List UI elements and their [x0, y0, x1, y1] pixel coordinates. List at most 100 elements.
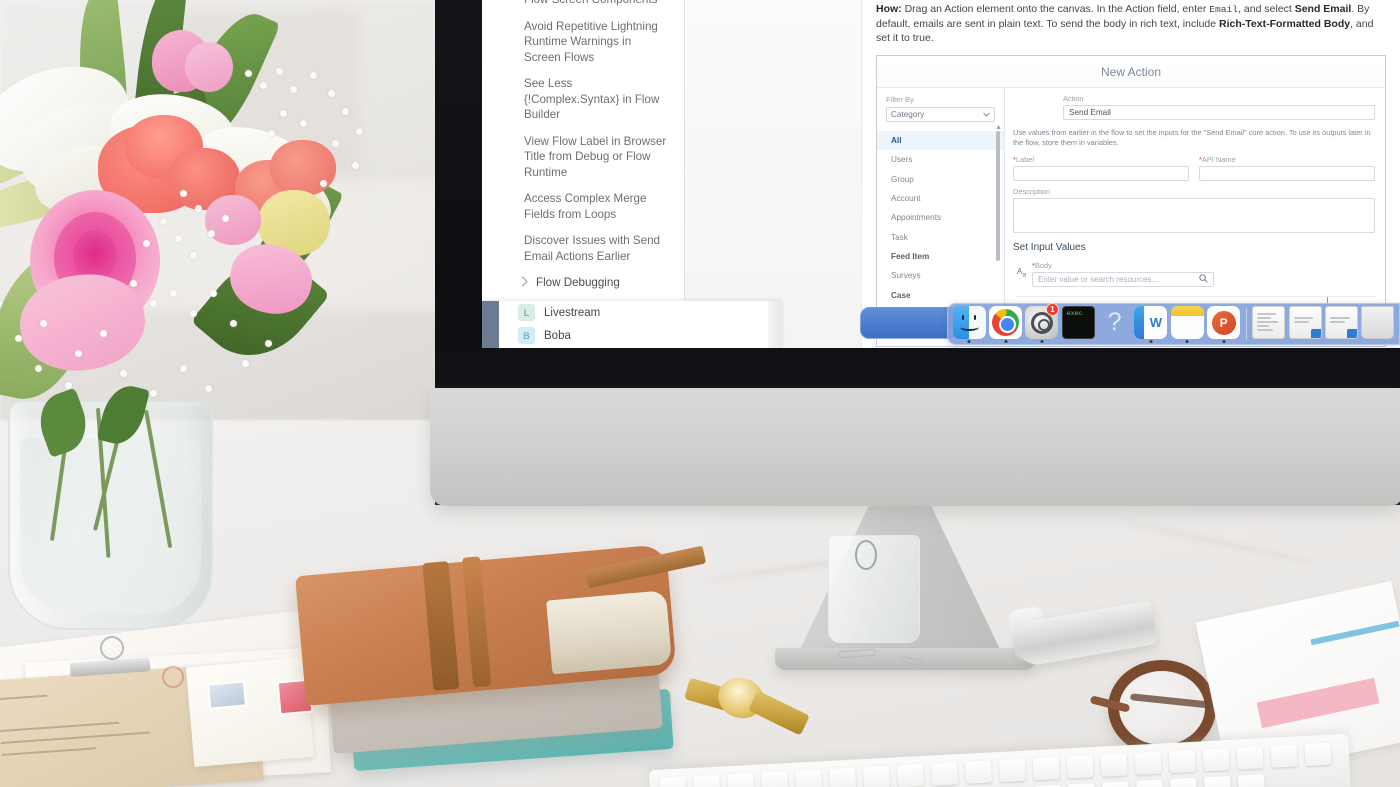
- action-field-label: Action: [1063, 93, 1084, 103]
- toc-link[interactable]: Flow Screen Components: [524, 0, 670, 8]
- dock-item-minimized-window-2[interactable]: [1288, 304, 1322, 344]
- new-action-filter-panel: Filter By Category ▲ All Users Group Acc…: [877, 87, 1005, 340]
- toc-group-label: Flow Debugging: [536, 276, 620, 289]
- pink-bloom: [185, 42, 233, 92]
- filter-by-label: Filter By: [886, 94, 914, 104]
- category-item-feed-item[interactable]: Feed Item: [877, 247, 1004, 266]
- dock-item-microsoft-word[interactable]: W: [1134, 304, 1168, 344]
- chevron-right-icon: [521, 276, 529, 292]
- filter-by-select[interactable]: Category: [886, 106, 995, 122]
- glass-vase: [8, 380, 213, 630]
- body-field-placeholder: Enter value or search resources...: [1038, 274, 1159, 284]
- pink-bloom: [270, 140, 336, 196]
- dock-item-system-preferences[interactable]: 1: [1025, 303, 1060, 344]
- popup-right-edge: [768, 301, 782, 348]
- dock-item-terminal[interactable]: exec: [1061, 304, 1095, 344]
- action-field-value: Send Email: [1069, 107, 1111, 117]
- form-helper-text: Use values from earlier in the flow to s…: [1013, 127, 1371, 147]
- category-item-task[interactable]: Task: [877, 227, 1004, 246]
- terminal-screen-text: exec: [1066, 310, 1083, 317]
- chrome-icon: [989, 306, 1023, 339]
- how-paragraph: How: Drag an Action element onto the can…: [876, 0, 1386, 46]
- minimized-window-icon: [1325, 306, 1359, 339]
- avatar: L: [518, 304, 535, 321]
- watch-band: [748, 690, 810, 736]
- notes-icon: [1170, 306, 1204, 339]
- list-item-label: Boba: [544, 329, 571, 342]
- ppt-letter: P: [1211, 310, 1236, 335]
- chevron-down-icon: [983, 110, 990, 119]
- content-gutter: [685, 0, 862, 348]
- how-text-2: , and select: [1238, 3, 1295, 15]
- dock-item-minimized-window-3[interactable]: [1324, 304, 1359, 344]
- description-field-label: Description: [1013, 186, 1050, 196]
- category-item-users[interactable]: Users: [877, 150, 1004, 169]
- category-item-appointments[interactable]: Appointments: [877, 208, 1004, 227]
- running-indicator: [1040, 340, 1044, 343]
- keyboard: [648, 733, 1352, 787]
- finder-icon: [952, 306, 986, 339]
- category-item-group[interactable]: Group: [877, 169, 1004, 188]
- toc-link[interactable]: Discover Issues with Send Email Actions …: [524, 233, 670, 264]
- word-icon: W: [1134, 306, 1168, 339]
- dock-item-help[interactable]: ?: [1097, 304, 1131, 344]
- how-bold-send-email: Send Email: [1294, 3, 1352, 15]
- dock-item-google-chrome[interactable]: [988, 304, 1023, 344]
- filter-by-value: Category: [891, 109, 925, 119]
- dock-item-stickies[interactable]: [1170, 304, 1204, 344]
- toc-group-flow-debugging[interactable]: Flow Debugging: [521, 275, 670, 292]
- category-item-account[interactable]: Account: [877, 189, 1004, 208]
- toc-link[interactable]: Access Complex Merge Fields from Loops: [524, 191, 670, 222]
- dock-highlight-pill[interactable]: [860, 307, 958, 339]
- list-item[interactable]: B Boba: [482, 324, 782, 347]
- article-content: How: Drag an Action element onto the can…: [862, 0, 1400, 348]
- dock-item-minimized-window-1[interactable]: [1252, 304, 1286, 344]
- running-indicator: [1185, 340, 1189, 343]
- form-divider: [1017, 295, 1375, 297]
- notification-badge: 1: [1046, 303, 1060, 316]
- paper-clip: [855, 540, 877, 570]
- toc-link[interactable]: View Flow Label in Browser Title from De…: [524, 134, 670, 181]
- dock-item-finder[interactable]: [952, 304, 986, 344]
- body-field[interactable]: Enter value or search resources...: [1032, 271, 1215, 287]
- powerpoint-icon: P: [1207, 306, 1241, 339]
- terminal-icon: exec: [1061, 306, 1095, 339]
- api-name-field[interactable]: [1199, 165, 1375, 181]
- description-field[interactable]: [1013, 197, 1375, 233]
- dock-item-microsoft-powerpoint[interactable]: P: [1206, 304, 1241, 344]
- popup-left-strip: [482, 301, 499, 348]
- table-of-contents[interactable]: Flow Screen Components Avoid Repetitive …: [482, 0, 685, 348]
- monitor-chin: [430, 388, 1400, 506]
- minimized-window-icon: [1288, 306, 1322, 339]
- running-indicator: [1004, 340, 1008, 343]
- scroll-up-icon[interactable]: ▲: [995, 124, 1002, 131]
- category-list[interactable]: ▲ All Users Group Account Appointments T…: [877, 124, 1004, 325]
- macos-dock[interactable]: 1 exec ? W P: [947, 303, 1400, 345]
- how-text-1: Drag an Action element onto the canvas. …: [901, 3, 1210, 15]
- word-letter: W: [1144, 306, 1168, 339]
- monitor-screen: Flow Screen Components Avoid Repetitive …: [482, 0, 1400, 348]
- category-scrollbar[interactable]: [996, 130, 1000, 261]
- new-action-title: New Action: [877, 55, 1385, 88]
- new-action-form: Action Send Email Use values from earlie…: [1005, 88, 1385, 340]
- account-list-popup[interactable]: L Livestream B Boba: [482, 301, 782, 348]
- screenshot-stage: Flow Screen Components Avoid Repetitive …: [0, 0, 1400, 787]
- category-item-surveys[interactable]: Surveys: [877, 266, 1004, 285]
- journal-pages: [546, 590, 673, 675]
- label-field[interactable]: [1013, 165, 1189, 181]
- dock-item-trash[interactable]: [1361, 304, 1395, 344]
- dock-separator: [1245, 308, 1247, 340]
- action-field[interactable]: Send Email: [1063, 104, 1375, 120]
- postage-stamp: [206, 680, 248, 710]
- toc-link[interactable]: Avoid Repetitive Lightning Runtime Warni…: [524, 19, 670, 66]
- running-indicator: [967, 340, 971, 343]
- list-item[interactable]: L Livestream: [482, 301, 782, 324]
- toc-link[interactable]: See Less {!Complex.Syntax} in Flow Build…: [524, 76, 670, 123]
- list-item-label: Livestream: [544, 306, 601, 319]
- category-item-all[interactable]: All: [877, 130, 1004, 150]
- pink-bloom: [205, 195, 261, 245]
- imac-monitor: Flow Screen Components Avoid Repetitive …: [430, 0, 1400, 506]
- minimized-window-icon: [1252, 306, 1286, 339]
- how-label: How:: [876, 3, 902, 15]
- search-icon[interactable]: [1199, 273, 1208, 285]
